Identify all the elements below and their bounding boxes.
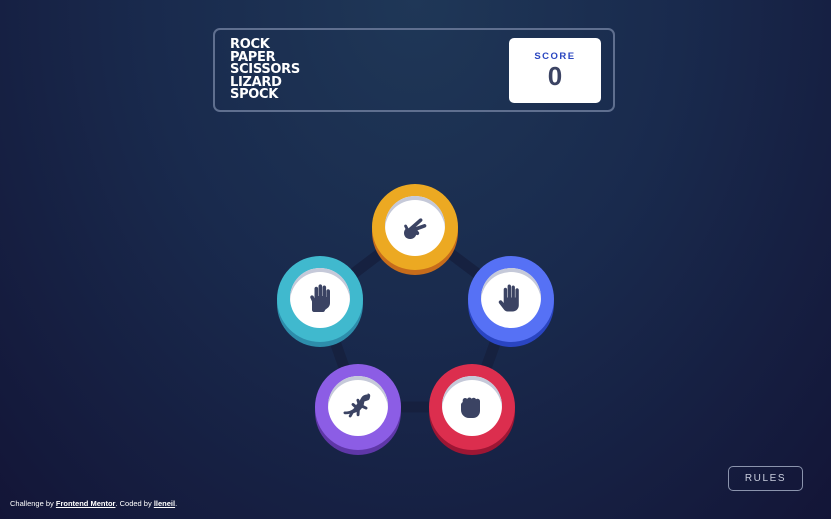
rock-icon bbox=[461, 397, 480, 418]
paper-icon bbox=[498, 284, 519, 312]
lizard-token[interactable] bbox=[315, 364, 401, 450]
rock-token-face bbox=[442, 376, 502, 436]
attribution: Challenge by Frontend Mentor. Coded by l… bbox=[10, 499, 177, 508]
scissors-icon bbox=[404, 218, 427, 239]
frontend-mentor-link[interactable]: Frontend Mentor bbox=[56, 499, 116, 508]
spock-token-face bbox=[290, 268, 350, 328]
lizard-icon bbox=[343, 393, 371, 418]
attribution-prefix: Challenge by bbox=[10, 499, 56, 508]
spock-icon bbox=[310, 284, 330, 312]
rock-token[interactable] bbox=[429, 364, 515, 450]
scissors-token[interactable] bbox=[372, 184, 458, 270]
scissors-token-face bbox=[385, 196, 445, 256]
rules-button[interactable]: RULES bbox=[728, 466, 803, 491]
spock-token[interactable] bbox=[277, 256, 363, 342]
attribution-suffix: . bbox=[175, 499, 178, 508]
paper-token-face bbox=[481, 268, 541, 328]
author-link[interactable]: lleneil bbox=[154, 499, 175, 508]
paper-token[interactable] bbox=[468, 256, 554, 342]
lizard-token-face bbox=[328, 376, 388, 436]
attribution-middle: . Coded by bbox=[115, 499, 154, 508]
